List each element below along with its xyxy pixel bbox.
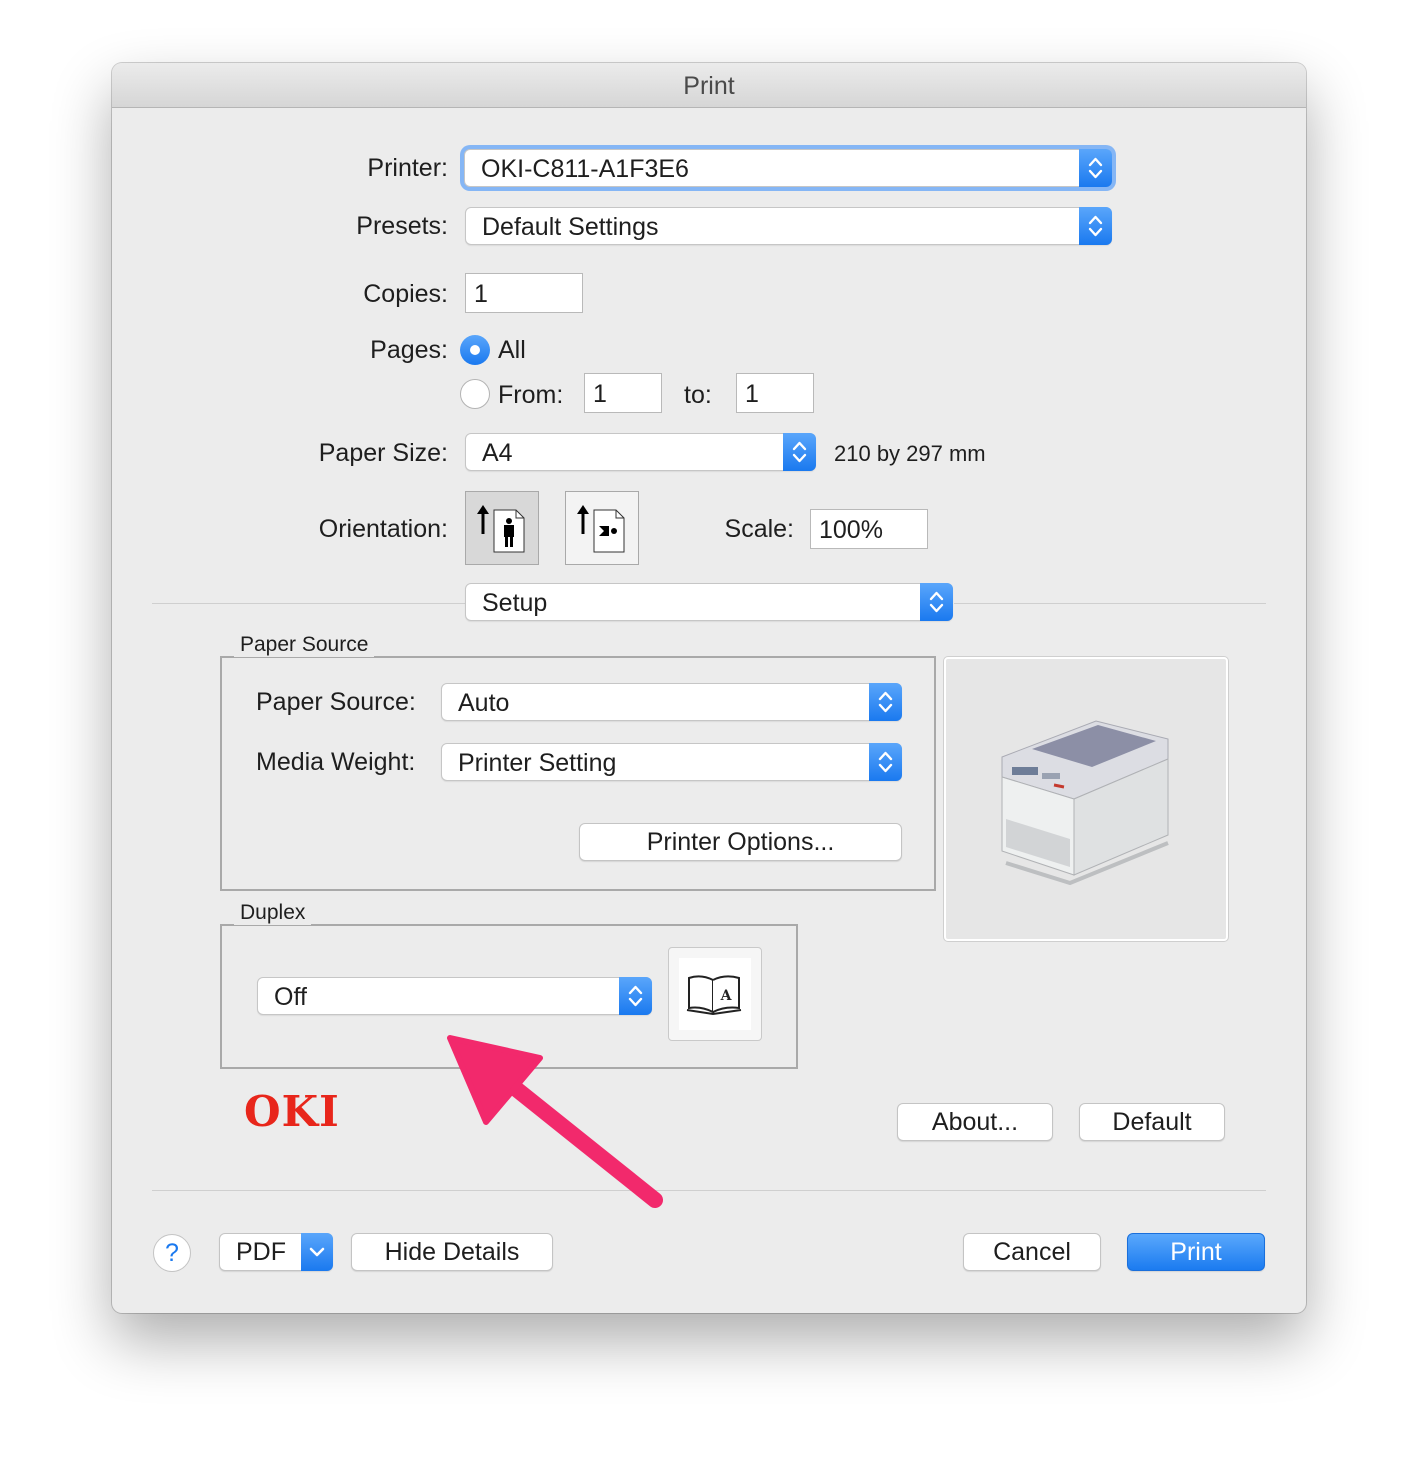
annotation-arrow xyxy=(447,1035,663,1208)
